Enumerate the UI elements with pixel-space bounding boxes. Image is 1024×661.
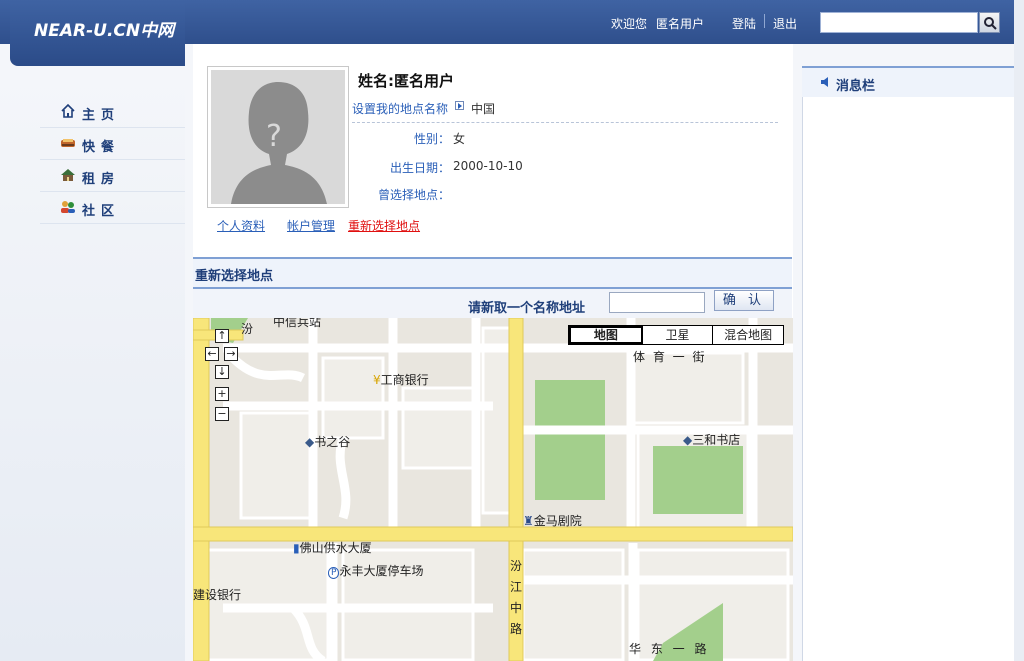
welcome-text: 欢迎您 <box>611 17 648 31</box>
map-label-shuzhigu: ◆书之谷 <box>305 433 350 450</box>
map-label-shuzhigu-text: 书之谷 <box>314 435 351 449</box>
profile-name: 姓名:匿名用户 <box>358 70 454 91</box>
nav-item-home[interactable]: 主页 <box>40 96 185 128</box>
speaker-icon <box>821 77 828 87</box>
message-bar-title: 消息栏 <box>836 79 876 94</box>
map-label-jinma: ♜金马剧院 <box>523 512 582 529</box>
nav-food-label: 快餐 <box>82 140 121 155</box>
pan-right-button[interactable]: → <box>224 347 238 361</box>
search-icon <box>984 17 997 30</box>
map-canvas <box>193 318 793 661</box>
map-label-foshan-water: ▮佛山供水大厦 <box>293 539 372 556</box>
map-label-parking: P 永丰大厦停车场 <box>328 562 423 579</box>
bookstore-icon: ◆ <box>305 435 315 449</box>
map-view[interactable]: 中信兵站 汾 地图 卫星 混合地图 ↑ ← → ↓ + − 体 育 一 街 ¥工… <box>193 318 793 661</box>
parking-icon: P <box>328 567 340 579</box>
birth-label: 出生日期： <box>389 161 450 175</box>
map-type-hybrid[interactable]: 混合地图 <box>713 326 783 344</box>
name-label: 姓名: <box>358 72 394 90</box>
bookstore-icon: ◆ <box>683 433 693 447</box>
house-icon <box>61 169 75 181</box>
birth-value: 2000-10-10 <box>453 159 523 173</box>
message-bar-header: 消息栏 <box>802 66 1014 97</box>
home-icon <box>61 103 75 118</box>
nav-item-community[interactable]: 社区 <box>40 192 185 224</box>
map-label-fenjiang-road: 汾江中路 <box>510 559 523 636</box>
prev-location-label: 曾选择地点： <box>377 188 450 202</box>
name-value: 匿名用户 <box>394 72 455 90</box>
logout-link[interactable]: 退出 <box>773 15 797 32</box>
logo-cn-text: 中网 <box>140 21 175 41</box>
map-label-foshan-water-text: 佛山供水大厦 <box>299 541 372 555</box>
map-label-parking-text: 永丰大厦停车场 <box>339 564 424 578</box>
login-link[interactable]: 登陆 <box>732 15 756 32</box>
map-label-top-partial: 汾 <box>241 322 254 336</box>
tab-reselect-location[interactable]: 重新选择地点 <box>348 217 420 234</box>
nav-item-food[interactable]: 快餐 <box>40 128 185 160</box>
nav-community-label: 社区 <box>82 204 121 219</box>
food-icon <box>61 139 75 147</box>
bank-icon: ¥ <box>373 373 381 387</box>
map-label-jinma-text: 金马剧院 <box>533 514 582 528</box>
search-button[interactable] <box>979 12 1000 33</box>
svg-text:?: ? <box>266 119 282 154</box>
avatar-placeholder: ? <box>211 70 345 204</box>
play-arrow-icon[interactable] <box>455 101 464 110</box>
header-separator <box>764 14 765 28</box>
community-icon <box>61 201 75 213</box>
logo-text: NEAR-U.CN <box>34 21 141 41</box>
map-label-bottom-road: 华 东 一 路 <box>629 642 710 656</box>
zoom-in-button[interactable]: + <box>215 387 229 401</box>
tab-account[interactable]: 帐户管理 <box>287 217 335 234</box>
pan-up-button[interactable]: ↑ <box>215 329 229 343</box>
right-panel <box>802 66 1014 661</box>
map-type-switcher: 地图 卫星 混合地图 <box>568 325 784 345</box>
rename-label: 请新取一个名称地址 <box>468 301 586 316</box>
map-label-icbc-text: 工商银行 <box>380 373 429 387</box>
pan-down-button[interactable]: ↓ <box>215 365 229 379</box>
theater-icon: ♜ <box>523 514 534 528</box>
nav-home-label: 主页 <box>82 108 121 123</box>
divider <box>352 122 778 123</box>
page-edge <box>1014 0 1024 661</box>
map-label-icbc: ¥工商银行 <box>373 371 429 388</box>
map-label-top-road: 中信兵站 <box>273 318 322 329</box>
pan-left-button[interactable]: ← <box>205 347 219 361</box>
avatar: ? <box>207 66 349 208</box>
tab-profile[interactable]: 个人资料 <box>217 217 265 234</box>
confirm-button[interactable]: 确 认 <box>714 290 774 311</box>
map-label-sanhe-text: 三和书店 <box>692 433 741 447</box>
set-location-link[interactable]: 设置我的地点名称 <box>352 100 448 117</box>
search-input[interactable] <box>820 12 978 33</box>
username-text: 匿名用户 <box>656 17 705 31</box>
map-label-tiyu-road: 体 育 一 街 <box>633 350 707 364</box>
map-label-ccb: 建设银行 <box>193 588 242 602</box>
nav-rent-label: 租房 <box>82 172 121 187</box>
map-label-sanhe: ◆三和书店 <box>683 431 740 448</box>
site-logo[interactable]: NEAR-U.CN中网 <box>34 16 174 41</box>
rename-input[interactable] <box>609 292 705 313</box>
nav-item-rent[interactable]: 租房 <box>40 160 185 192</box>
zoom-out-button[interactable]: − <box>215 407 229 421</box>
country-text: 中国 <box>471 102 496 116</box>
gender-label: 性别： <box>413 132 450 146</box>
building-icon: ▮ <box>293 541 300 555</box>
map-type-satellite[interactable]: 卫星 <box>643 326 714 344</box>
unknown-user-icon: ? <box>231 82 327 204</box>
reselect-section-header: 重新选择地点 <box>193 257 792 287</box>
map-type-map[interactable]: 地图 <box>569 326 643 344</box>
gender-value: 女 <box>453 132 466 146</box>
reselect-title: 重新选择地点 <box>195 269 274 284</box>
